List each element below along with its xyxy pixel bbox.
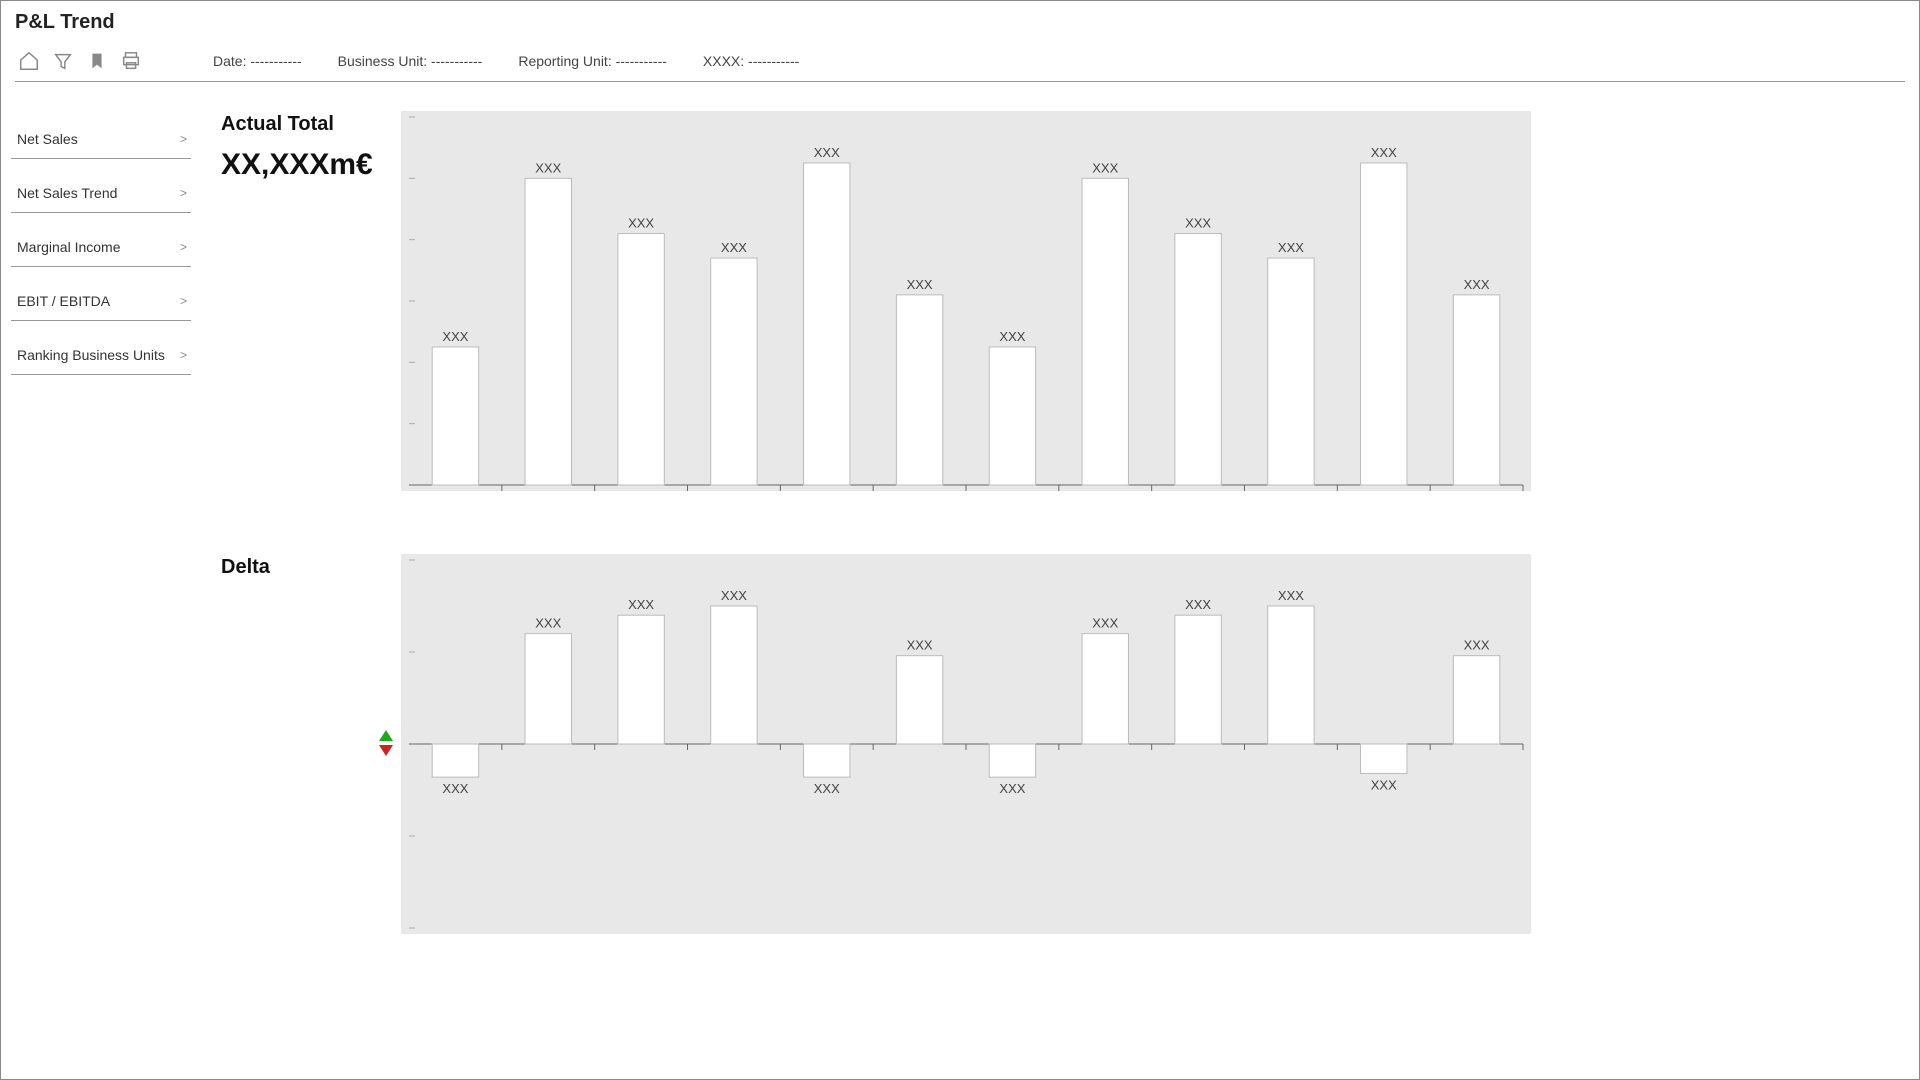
bar-label: XXX — [1464, 277, 1490, 292]
bar-label: XXX — [907, 638, 933, 653]
bar-label: XXX — [814, 145, 840, 160]
filter-date[interactable]: Date: ----------- — [213, 53, 302, 69]
bar — [525, 634, 571, 744]
filter-ru-label: Reporting Unit: — [518, 53, 611, 69]
bar-label: XXX — [442, 781, 468, 796]
bar — [1082, 634, 1128, 744]
bar — [525, 178, 571, 485]
bar-label: XXX — [1464, 638, 1490, 653]
filter-extra[interactable]: XXXX: ----------- — [703, 53, 799, 69]
bar-label: XXX — [535, 616, 561, 631]
triangle-up-icon — [379, 730, 393, 741]
bar-label: XXX — [1092, 160, 1118, 175]
chart-actual-total: XXX XXX XXX XXX XXX XXX XXX XXX XXX XXX XXX XXX — [401, 111, 1531, 494]
bar-label: XXX — [628, 597, 654, 612]
bar — [711, 258, 757, 485]
bar-label: XXX — [999, 781, 1025, 796]
bar — [618, 234, 664, 485]
bar — [1453, 656, 1499, 744]
filter-bu-label: Business Unit: — [338, 53, 427, 69]
bar — [896, 656, 942, 744]
filter-icon[interactable] — [49, 47, 77, 75]
bar-label: XXX — [1371, 777, 1397, 792]
bar — [1268, 606, 1314, 744]
sidebar-item-marginal-income[interactable]: Marginal Income > — [11, 227, 191, 267]
filter-date-label: Date: — [213, 53, 246, 69]
chevron-right-icon: > — [180, 132, 187, 146]
bar-label: XXX — [999, 329, 1025, 344]
sidebar-item-label: EBIT / EBITDA — [17, 293, 110, 309]
sidebar-item-label: Ranking Business Units — [17, 347, 165, 363]
print-icon[interactable] — [117, 47, 145, 75]
sidebar-item-ebit-ebitda[interactable]: EBIT / EBITDA > — [11, 281, 191, 321]
bar — [1453, 295, 1499, 485]
kpi-actual-total: XX,XXXm€ — [221, 148, 401, 182]
sidebar-item-label: Net Sales Trend — [17, 185, 117, 201]
filter-ru-value: ----------- — [616, 53, 667, 69]
bar-label: XXX — [1092, 616, 1118, 631]
chevron-right-icon: > — [180, 186, 187, 200]
bar-label: XXX — [721, 588, 747, 603]
bar — [432, 744, 478, 777]
bar-label: XXX — [1371, 145, 1397, 160]
bar — [804, 163, 850, 485]
chart-title-actual: Actual Total — [221, 113, 401, 136]
chevron-right-icon: > — [180, 348, 187, 362]
bar — [804, 744, 850, 777]
sidebar-item-ranking-bu[interactable]: Ranking Business Units > — [11, 335, 191, 375]
triangle-down-icon — [379, 745, 393, 756]
bar-label: XXX — [907, 277, 933, 292]
bar — [1082, 178, 1128, 485]
sidebar-item-net-sales[interactable]: Net Sales > — [11, 119, 191, 159]
bar — [1361, 163, 1407, 485]
bar — [618, 615, 664, 744]
chevron-right-icon: > — [180, 294, 187, 308]
bar-label: XXX — [814, 781, 840, 796]
home-icon[interactable] — [15, 47, 43, 75]
filter-x-value: ----------- — [748, 53, 799, 69]
bar-label: XXX — [1278, 240, 1304, 255]
chart-title-delta: Delta — [221, 556, 401, 579]
filter-reporting-unit[interactable]: Reporting Unit: ----------- — [518, 53, 667, 69]
chart-delta: XXX XXX XXX XXX XXX XXX XXX XXX XXX XXX XXX XXX — [401, 554, 1531, 937]
bar-label: XXX — [535, 160, 561, 175]
sidebar-item-label: Net Sales — [17, 131, 78, 147]
toolbar: Date: ----------- Business Unit: -------… — [15, 40, 1905, 82]
bar-label: XXX — [1185, 597, 1211, 612]
bar-label: XXX — [442, 329, 468, 344]
bar-label: XXX — [628, 216, 654, 231]
bookmark-icon[interactable] — [83, 47, 111, 75]
filter-date-value: ----------- — [250, 53, 301, 69]
filter-bu-value: ----------- — [431, 53, 482, 69]
filter-x-label: XXXX: — [703, 53, 744, 69]
bar-label: XXX — [1185, 216, 1211, 231]
delta-direction-indicator — [379, 730, 393, 756]
chevron-right-icon: > — [180, 240, 187, 254]
bar — [1361, 744, 1407, 773]
sidebar-item-label: Marginal Income — [17, 239, 121, 255]
bar — [1175, 234, 1221, 485]
sidebar-item-net-sales-trend[interactable]: Net Sales Trend > — [11, 173, 191, 213]
bar — [1175, 615, 1221, 744]
bar — [711, 606, 757, 744]
bar — [432, 347, 478, 485]
bar — [896, 295, 942, 485]
page-title: P&L Trend — [15, 11, 1905, 40]
bar — [989, 347, 1035, 485]
bar — [1268, 258, 1314, 485]
bar-label: XXX — [721, 240, 747, 255]
bar-label: XXX — [1278, 588, 1304, 603]
bar — [989, 744, 1035, 777]
filter-business-unit[interactable]: Business Unit: ----------- — [338, 53, 483, 69]
sidebar: Net Sales > Net Sales Trend > Marginal I… — [1, 91, 201, 1079]
